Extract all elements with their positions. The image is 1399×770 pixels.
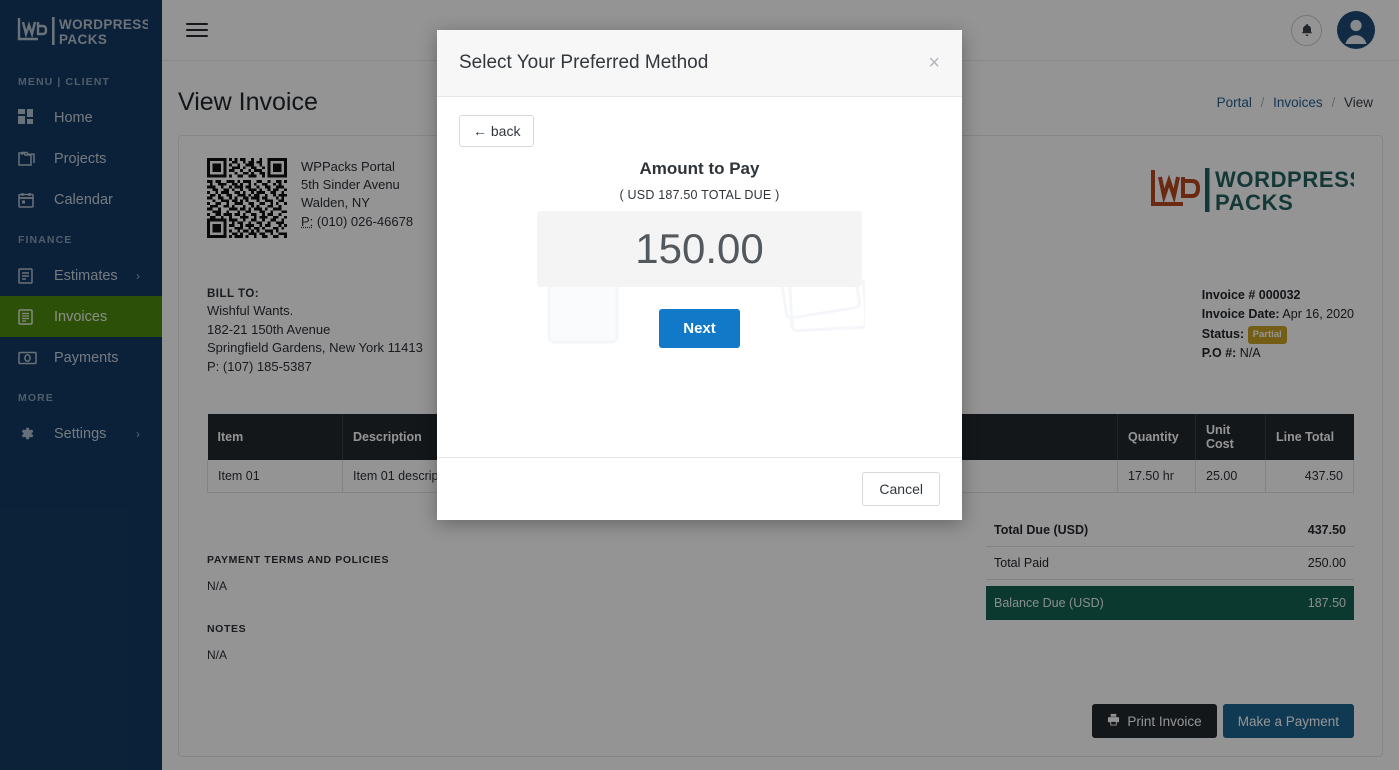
app-root: WORDPRESS PACKS MENU | CLIENT Home Pro [0, 0, 1399, 770]
amount-input[interactable] [537, 211, 862, 287]
amount-title: Amount to Pay [459, 159, 940, 179]
modal-body: ← back Amount to Pay ( USD 187.50 TOTAL … [437, 97, 962, 457]
modal-title: Select Your Preferred Method [459, 52, 708, 74]
amount-subtitle: ( USD 187.50 TOTAL DUE ) [459, 188, 940, 202]
modal-header: Select Your Preferred Method × [437, 30, 962, 97]
cancel-button[interactable]: Cancel [862, 472, 940, 506]
back-button[interactable]: ← back [459, 115, 534, 147]
payment-method-modal: Select Your Preferred Method × ← back Am… [437, 30, 962, 520]
amount-section: Amount to Pay ( USD 187.50 TOTAL DUE ) N… [459, 159, 940, 348]
next-button[interactable]: Next [659, 309, 740, 348]
close-icon[interactable]: × [928, 53, 940, 73]
modal-footer: Cancel [437, 457, 962, 520]
arrow-left-icon: ← [473, 123, 487, 139]
back-label: back [491, 123, 521, 139]
